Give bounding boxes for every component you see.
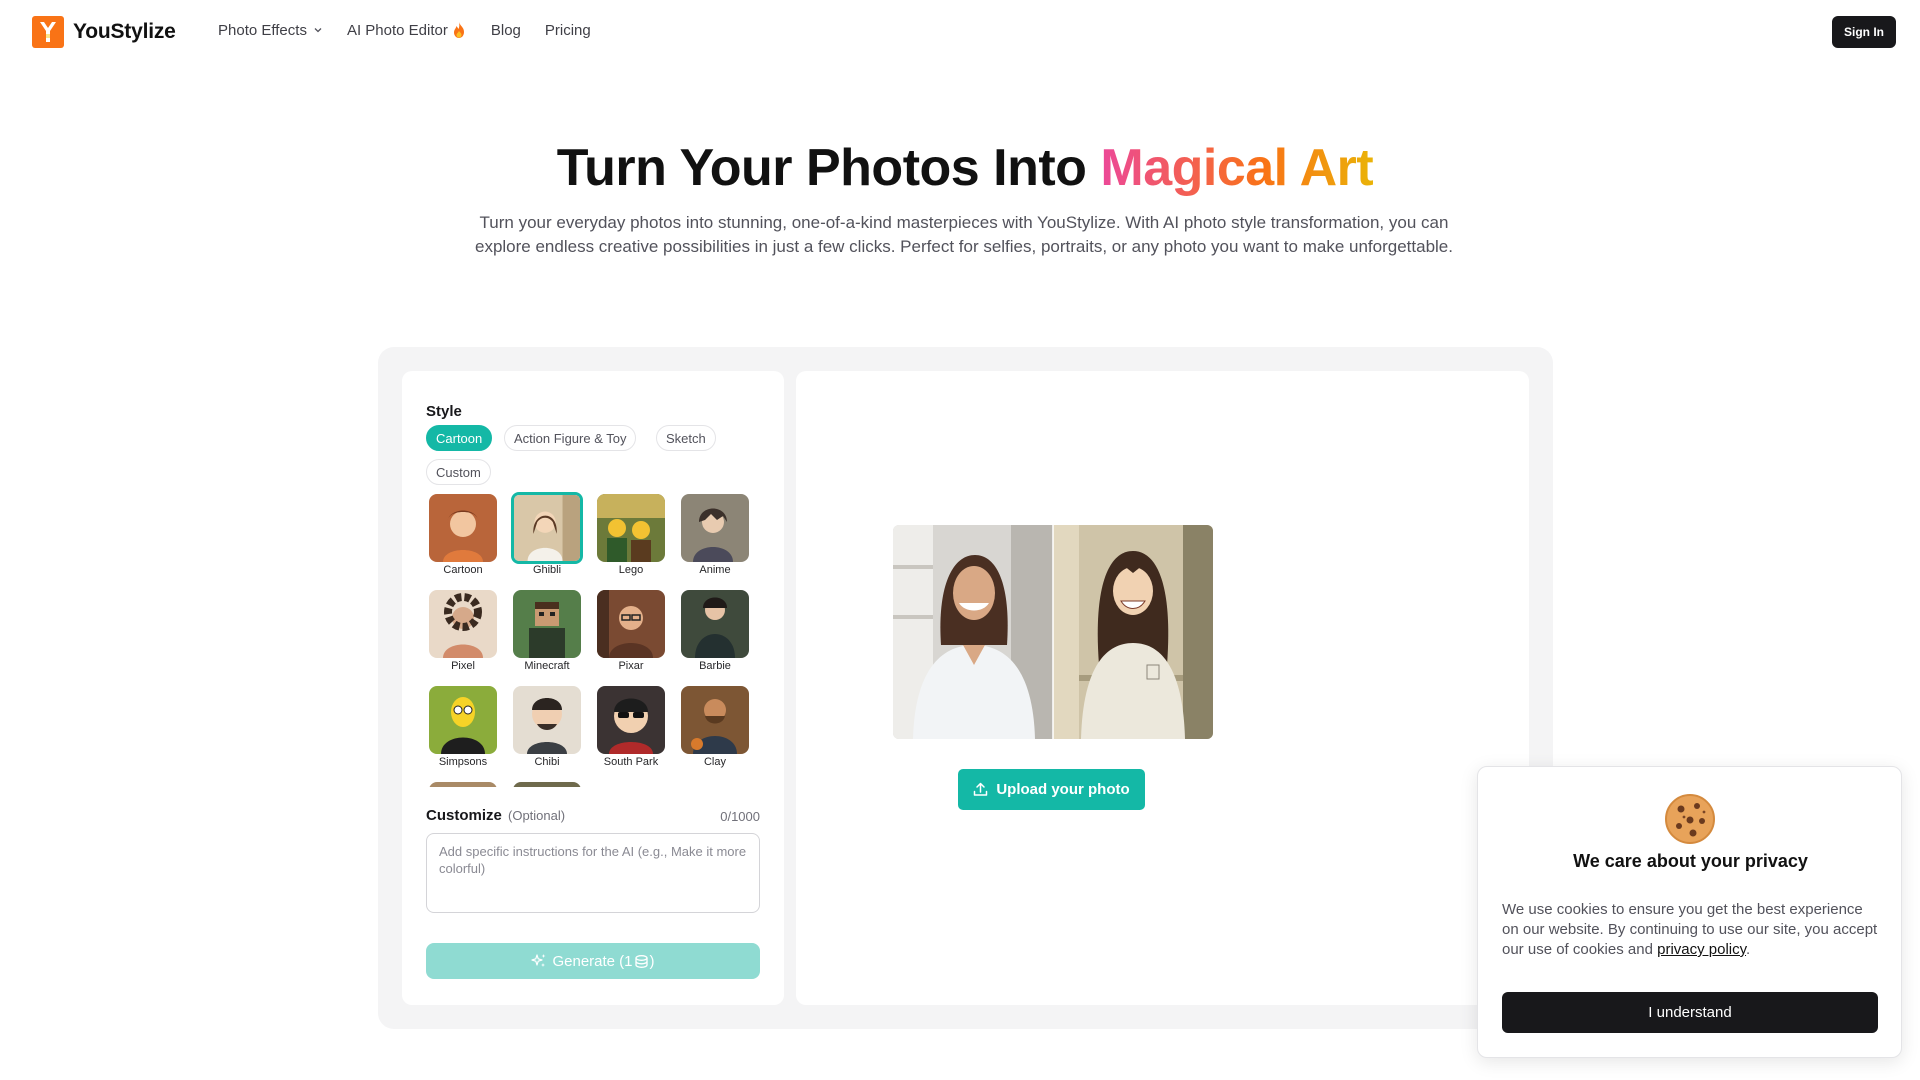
style-thumb-south-park	[597, 686, 665, 754]
hero-title-main: Turn Your Photos Into	[556, 139, 1101, 197]
style-name-south-park: South Park	[603, 756, 659, 768]
style-label: Style	[426, 403, 462, 420]
style-tile-simpsons[interactable]: Simpsons	[426, 683, 500, 773]
style-thumb-clay	[681, 686, 749, 754]
customize-char-count: 0/1000	[720, 809, 760, 824]
style-thumb-minecraft	[513, 590, 581, 658]
style-thumb-barbie	[681, 590, 749, 658]
logo-icon	[32, 16, 64, 48]
chevron-down-icon	[314, 28, 322, 33]
category-chip-action-figure-toy[interactable]: Action Figure & Toy	[504, 425, 637, 451]
style-thumb-anime	[681, 494, 749, 562]
style-tile-chibi[interactable]: Chibi	[510, 683, 584, 773]
customize-label-text: Customize	[426, 807, 502, 824]
brand-name: YouStylize	[73, 20, 176, 43]
style-thumb-ghibli	[511, 492, 583, 564]
coins-icon	[634, 954, 648, 968]
style-tile-minecraft[interactable]: Minecraft	[510, 587, 584, 677]
flame-icon	[453, 22, 464, 38]
cookie-message-end: .	[1746, 941, 1751, 958]
cookie-accept-button[interactable]: I understand	[1502, 992, 1878, 1033]
style-tile-ghibli[interactable]: Ghibli	[510, 491, 584, 581]
privacy-policy-link[interactable]: privacy policy	[1657, 941, 1746, 958]
sparkles-icon	[531, 954, 546, 967]
style-name-chibi: Chibi	[534, 756, 560, 768]
main-nav: Photo Effects AI Photo Editor Blog Prici…	[218, 21, 591, 39]
style-name-clay: Clay	[703, 756, 726, 768]
hero-subtitle: Turn your everyday photos into stunning,…	[475, 213, 1453, 256]
cookie-consent-dialog: We care about your privacy We use cookie…	[1477, 766, 1902, 1058]
customize-textarea[interactable]	[426, 833, 760, 913]
style-thumb-lego	[597, 494, 665, 562]
preview-panel: Upload your photo	[796, 371, 1529, 1005]
generate-suffix: )	[649, 952, 655, 970]
style-name-ghibli: Ghibli	[532, 564, 562, 576]
upload-photo-label: Upload your photo	[996, 781, 1130, 798]
customize-optional-label: (Optional)	[508, 808, 566, 823]
style-name-lego: Lego	[618, 564, 644, 576]
style-tile-south-park[interactable]: South Park	[594, 683, 668, 773]
style-name-simpsons: Simpsons	[438, 756, 488, 768]
style-tile-clay[interactable]: Clay	[678, 683, 752, 773]
style-thumb-pixar	[597, 590, 665, 658]
category-chip-cartoon[interactable]: Cartoon	[426, 425, 493, 451]
nav-pricing-label: Pricing	[544, 21, 591, 39]
style-grid[interactable]: Cartoon Ghibli Lego Anime Pixel Minecraf…	[426, 491, 766, 787]
style-thumb	[429, 782, 497, 787]
customize-label: Customize (Optional)	[426, 807, 565, 824]
cookie-icon	[1665, 794, 1715, 844]
style-thumb-pixel	[429, 590, 497, 658]
generate-button[interactable]: Generate (1 )	[426, 943, 760, 979]
style-tile-pixar[interactable]: Pixar	[594, 587, 668, 677]
nav-ai-photo-editor[interactable]: AI Photo Editor	[347, 21, 467, 39]
nav-pricing[interactable]: Pricing	[545, 22, 591, 39]
example-before-after-image	[893, 525, 1213, 739]
upload-icon	[974, 782, 988, 796]
cookie-title: We care about your privacy	[1573, 851, 1808, 871]
style-panel: Style Cartoon Action Figure & Toy Sketch…	[402, 371, 784, 1005]
style-name-pixar: Pixar	[618, 660, 644, 672]
hero-title-highlight: Magical Art	[1100, 139, 1374, 197]
upload-photo-button[interactable]: Upload your photo	[958, 769, 1145, 810]
style-tile-cartoon[interactable]: Cartoon	[426, 491, 500, 581]
style-thumb-chibi	[513, 686, 581, 754]
style-name-pixel: Pixel	[451, 660, 475, 672]
style-tile-barbie[interactable]: Barbie	[678, 587, 752, 677]
style-thumb	[513, 782, 581, 787]
style-thumb-simpsons	[429, 686, 497, 754]
editor-workspace: Style Cartoon Action Figure & Toy Sketch…	[378, 347, 1553, 1029]
style-tile-anime[interactable]: Anime	[678, 491, 752, 581]
generate-label: Generate (1	[552, 952, 633, 970]
nav-blog[interactable]: Blog	[491, 22, 521, 39]
style-name-cartoon: Cartoon	[443, 564, 483, 576]
style-tile-lego[interactable]: Lego	[594, 491, 668, 581]
cookie-message: We use cookies to ensure you get the bes…	[1502, 900, 1882, 960]
style-tile-pixel[interactable]: Pixel	[426, 587, 500, 677]
brand-logo[interactable]: YouStylize	[32, 16, 176, 48]
site-header: YouStylize Photo Effects AI Photo Editor…	[0, 0, 1920, 64]
style-name-anime: Anime	[699, 564, 731, 576]
hero-title: Turn Your Photos Into Magical Art	[0, 138, 1920, 198]
nav-photo-effects-label: Photo Effects	[218, 21, 307, 39]
style-name-barbie: Barbie	[699, 660, 731, 672]
nav-photo-effects[interactable]: Photo Effects	[218, 22, 323, 39]
category-chip-custom[interactable]: Custom	[426, 459, 491, 485]
sign-in-button[interactable]: Sign In	[1832, 16, 1896, 48]
category-chip-sketch[interactable]: Sketch	[656, 425, 716, 451]
nav-blog-label: Blog	[490, 21, 521, 39]
style-name-minecraft: Minecraft	[524, 660, 570, 672]
style-tile[interactable]	[426, 779, 500, 787]
nav-ai-photo-editor-label: AI Photo Editor	[346, 21, 448, 39]
style-tile[interactable]	[510, 779, 584, 787]
style-thumb-cartoon	[429, 494, 497, 562]
